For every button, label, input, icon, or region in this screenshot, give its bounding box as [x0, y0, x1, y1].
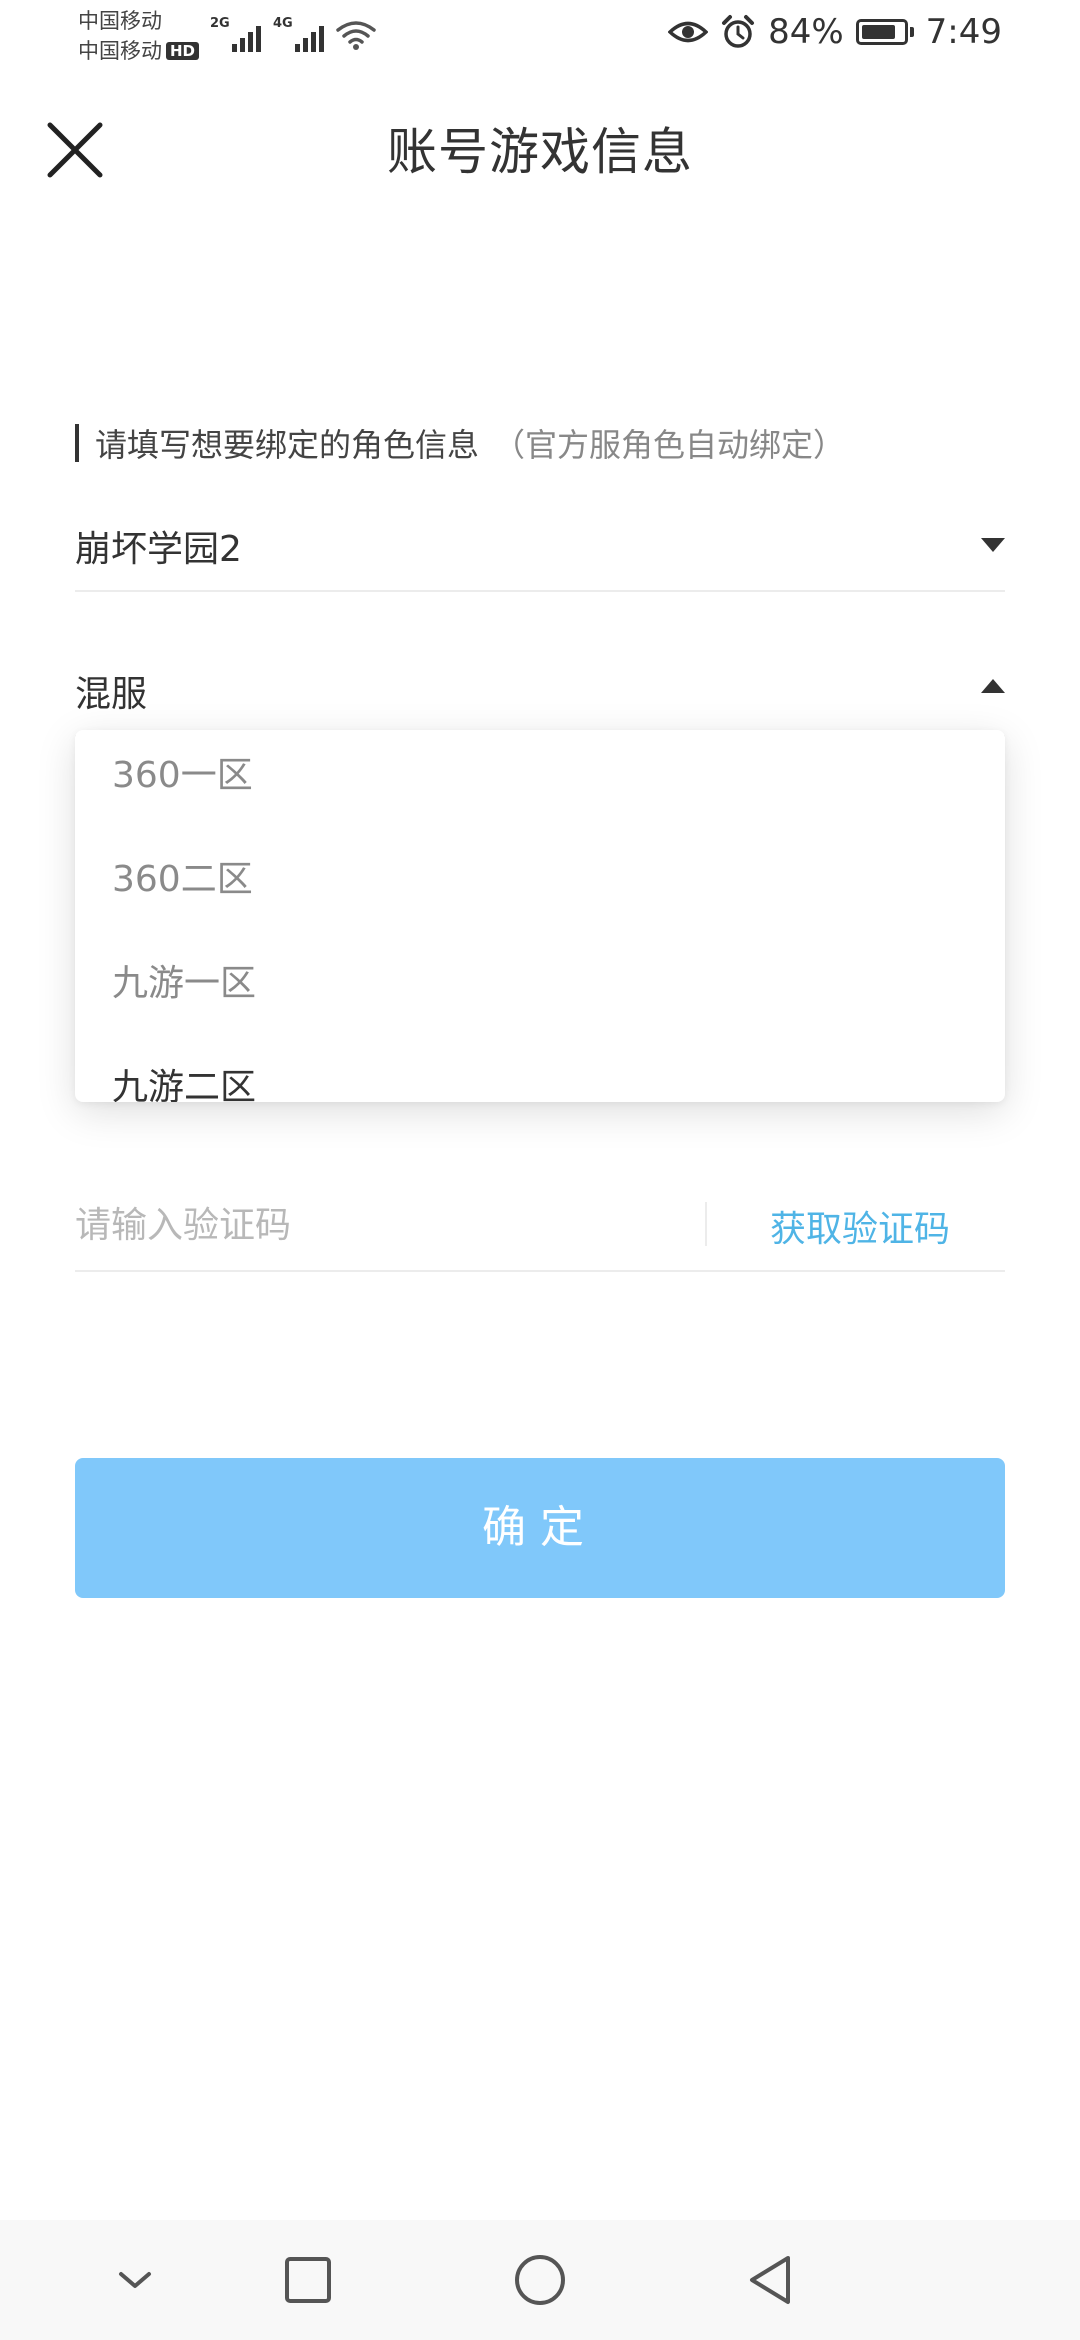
verification-code-input[interactable] — [75, 1200, 675, 1250]
caret-down-icon — [981, 538, 1005, 552]
server-option-360-1[interactable]: 360一区 — [112, 746, 253, 798]
confirm-button[interactable]: 确定 — [75, 1458, 1005, 1598]
recents-button[interactable] — [278, 2250, 338, 2310]
chevron-down-icon — [119, 2272, 151, 2288]
server-option-360-2[interactable]: 360二区 — [112, 850, 253, 902]
eye-comfort-icon — [668, 21, 709, 43]
battery-percent: 84% — [768, 12, 844, 52]
get-code-button[interactable]: 获取验证码 — [770, 1200, 950, 1252]
game-select[interactable]: 崩坏学园2 — [75, 500, 1005, 592]
verification-code-row: 获取验证码 — [75, 1180, 1005, 1272]
section-label-text: 请填写想要绑定的角色信息 — [95, 426, 480, 464]
carrier-info: 中国移动 中国移动 HD — [78, 6, 200, 66]
hide-nav-button[interactable] — [105, 2250, 165, 2310]
carrier-1-label: 中国移动 — [78, 9, 162, 33]
page-title: 账号游戏信息 — [387, 123, 693, 181]
signal-1-type: 2G — [210, 16, 230, 31]
server-select[interactable]: 混服 — [75, 645, 1005, 737]
signal-2-icon: 4G — [273, 16, 324, 52]
home-button[interactable] — [510, 2250, 570, 2310]
circle-home-icon — [515, 2255, 565, 2305]
server-dropdown-list[interactable]: 360一区 360二区 九游一区 九游二区 — [75, 730, 1005, 1102]
signal-1-icon: 2G — [210, 16, 261, 52]
section-label: 请填写想要绑定的角色信息 （官方服角色自动绑定） — [75, 420, 845, 466]
battery-icon — [855, 19, 914, 45]
back-button[interactable] — [740, 2250, 800, 2310]
server-select-value: 混服 — [75, 674, 148, 715]
hd-badge: HD — [166, 42, 200, 60]
caret-up-icon — [981, 679, 1005, 693]
carrier-2-label: 中国移动 — [78, 39, 162, 63]
triangle-back-icon — [750, 2256, 790, 2304]
clock-time: 7:49 — [925, 12, 1002, 52]
section-label-note: （官方服角色自动绑定） — [493, 426, 846, 464]
server-option-jiuyou-1[interactable]: 九游一区 — [112, 954, 256, 1006]
section-marker — [75, 424, 79, 462]
navigation-bar — [0, 2220, 1080, 2340]
square-recent-icon — [285, 2257, 331, 2303]
alarm-icon — [722, 15, 755, 48]
server-option-jiuyou-2[interactable]: 九游二区 — [112, 1058, 256, 1102]
status-bar: 中国移动 中国移动 HD 2G 4G 84% 7:49 — [0, 0, 1080, 70]
code-divider — [705, 1202, 707, 1246]
game-select-value: 崩坏学园2 — [75, 529, 242, 570]
signal-2-type: 4G — [273, 16, 293, 31]
wifi-icon — [336, 21, 376, 50]
signal-indicators: 2G 4G — [210, 16, 376, 52]
